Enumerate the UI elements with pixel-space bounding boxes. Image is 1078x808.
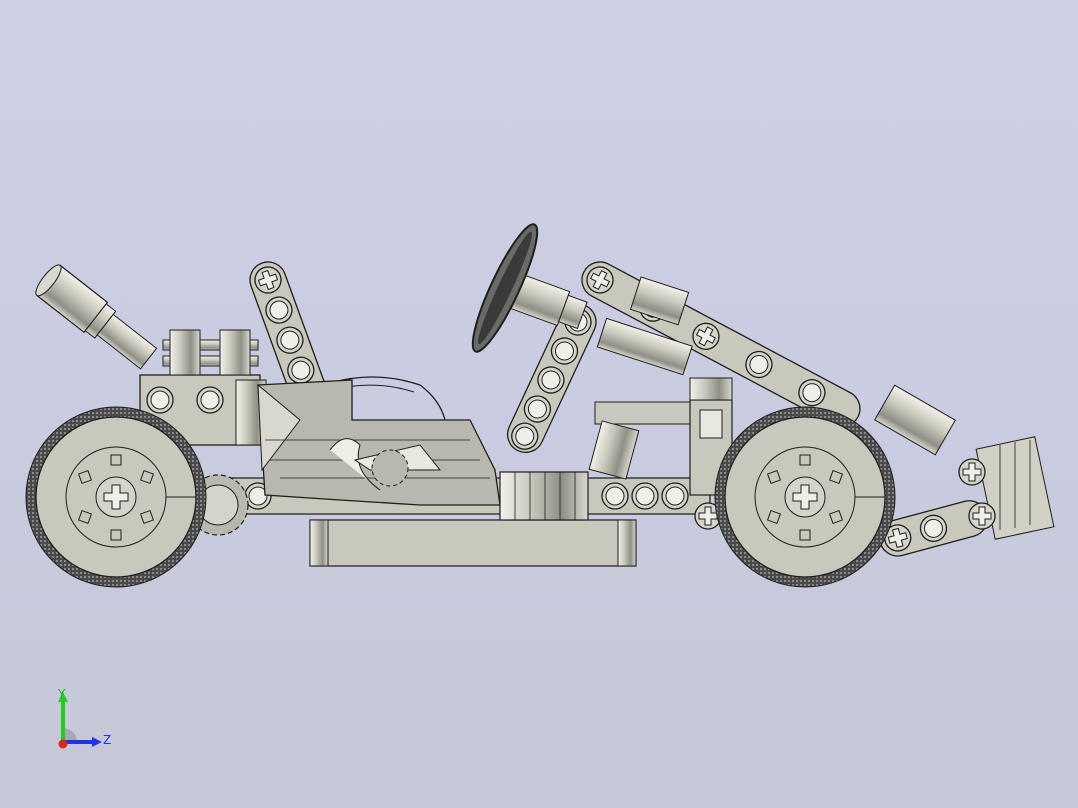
- coordinate-triad: Y Z: [57, 687, 111, 749]
- go-kart-model[interactable]: [0, 0, 1078, 808]
- exhaust-pipe: [35, 264, 158, 370]
- front-nose-cylinder: [874, 384, 956, 456]
- x-axis-dot: [58, 739, 68, 749]
- triad-quadrant: [63, 728, 77, 742]
- front-bumper-block: [958, 436, 1055, 540]
- cad-viewport[interactable]: Y Z: [0, 0, 1078, 808]
- z-axis-label: Z: [103, 733, 111, 747]
- rear-wheel: [25, 406, 207, 588]
- z-axis-arrowhead: [92, 737, 102, 747]
- center-bushing: [499, 471, 589, 521]
- front-wheel: [714, 406, 896, 588]
- base-plate: [309, 519, 637, 567]
- seat-shell: [257, 379, 501, 506]
- y-axis-label: Y: [57, 687, 66, 701]
